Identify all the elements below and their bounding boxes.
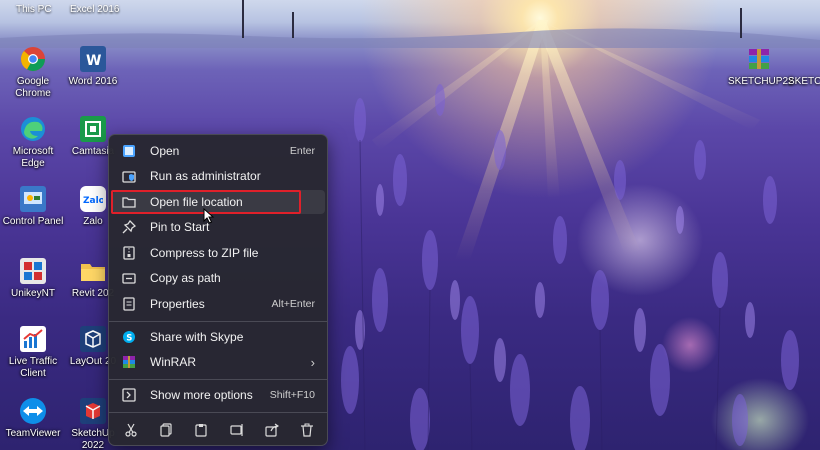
mouse-cursor-icon [203, 208, 215, 224]
menu-item-open[interactable]: Open Enter [113, 139, 325, 163]
chart-icon [20, 326, 46, 352]
menu-item-properties[interactable]: Properties Alt+Enter [113, 292, 325, 316]
menu-item-winrar[interactable]: WinRAR › [113, 350, 325, 374]
menu-item-show-more-options[interactable]: Show more options Shift+F10 [113, 383, 325, 407]
desktop-icon-sketc[interactable]: SKETC [788, 46, 820, 88]
svg-text:Zalo: Zalo [83, 196, 103, 206]
word-icon: W [80, 46, 106, 72]
camtasia-icon [80, 116, 106, 142]
desktop-icon-label: Google Chrome [15, 76, 51, 99]
rename-icon[interactable] [229, 422, 245, 438]
menu-item-shortcut: Shift+F10 [269, 389, 315, 401]
desktop-icon-unikey[interactable]: UnikeyNT [2, 258, 64, 300]
menu-separator [109, 321, 327, 322]
menu-item-share-skype[interactable]: S Share with Skype [113, 325, 325, 349]
sketchup-icon [80, 398, 106, 424]
desktop-icon-teamviewer[interactable]: TeamViewer [2, 398, 64, 440]
menu-item-label: WinRAR [150, 355, 197, 369]
desktop-icon-chrome[interactable]: Google Chrome [2, 46, 64, 100]
desktop-icon-sketchup22[interactable]: SKETCHUP22 [728, 46, 794, 88]
copy-icon[interactable] [158, 422, 174, 438]
copy-path-icon [121, 270, 137, 286]
desktop-icon-label: Word 2016 [68, 76, 118, 87]
pin-icon [121, 219, 137, 235]
winrar-icon [746, 46, 772, 72]
desktop-icon-label: Microsoft Edge [12, 146, 54, 169]
menu-separator [109, 412, 327, 413]
edge-icon [20, 116, 46, 142]
menu-item-shortcut: Alt+Enter [271, 298, 315, 310]
desktop-icon-edge[interactable]: Microsoft Edge [2, 116, 64, 170]
desktop-icon-label: TeamViewer [5, 428, 61, 439]
excel-label[interactable]: Excel 2016 [70, 4, 119, 15]
skype-icon: S [121, 329, 137, 345]
desktop-icon-label: SKETCHUP22 [728, 76, 794, 87]
desktop-icon-label: Control Panel [2, 216, 64, 227]
desktop-icon-label: Live Traffic Client [8, 356, 58, 379]
cut-icon[interactable] [123, 422, 139, 438]
file-icon [791, 46, 817, 72]
more-options-icon [121, 387, 137, 403]
teamviewer-icon [20, 398, 46, 424]
paste-icon[interactable] [193, 422, 209, 438]
folder-icon [80, 258, 106, 284]
menu-item-run-as-admin[interactable]: Run as administrator [113, 164, 325, 188]
menu-item-label: Run as administrator [150, 169, 261, 183]
zip-icon [121, 245, 137, 261]
chrome-icon [20, 46, 46, 72]
menu-item-label: Compress to ZIP file [150, 246, 259, 260]
menu-item-pin-to-start[interactable]: Pin to Start [113, 215, 325, 239]
menu-separator [109, 379, 327, 380]
menu-item-shortcut: Enter [289, 145, 315, 157]
svg-text:W: W [86, 53, 101, 68]
winrar-icon [121, 354, 137, 370]
this-pc-label[interactable]: This PC [16, 4, 52, 15]
menu-item-label: Properties [150, 297, 205, 311]
menu-toolbar [113, 419, 325, 441]
open-app-icon [121, 143, 137, 159]
menu-item-label: Open [150, 144, 180, 158]
share-icon[interactable] [264, 422, 280, 438]
shield-icon [121, 168, 137, 184]
menu-item-label: Share with Skype [150, 330, 244, 344]
menu-item-label: Pin to Start [150, 220, 210, 234]
properties-icon [121, 296, 137, 312]
menu-item-label: Copy as path [150, 271, 221, 285]
control-panel-icon [20, 186, 46, 212]
layout-icon [80, 326, 106, 352]
chevron-right-icon: › [310, 354, 315, 370]
desktop-icon-live-traffic[interactable]: Live Traffic Client [2, 326, 64, 380]
unikey-icon [20, 258, 46, 284]
menu-item-copy-as-path[interactable]: Copy as path [113, 266, 325, 290]
menu-item-label: Show more options [150, 388, 253, 402]
desktop-icon-control-panel[interactable]: Control Panel [2, 186, 64, 228]
svg-text:S: S [126, 334, 132, 344]
desktop-icon-label: SKETC [788, 76, 820, 87]
menu-item-compress-zip[interactable]: Compress to ZIP file [113, 241, 325, 265]
desktop-icon-word[interactable]: W Word 2016 [62, 46, 124, 88]
desktop-icon-label: UnikeyNT [11, 288, 55, 299]
context-menu: Open Enter Run as administrator Open fil… [108, 134, 328, 446]
zalo-icon: Zalo [80, 186, 106, 212]
delete-icon[interactable] [299, 422, 315, 438]
